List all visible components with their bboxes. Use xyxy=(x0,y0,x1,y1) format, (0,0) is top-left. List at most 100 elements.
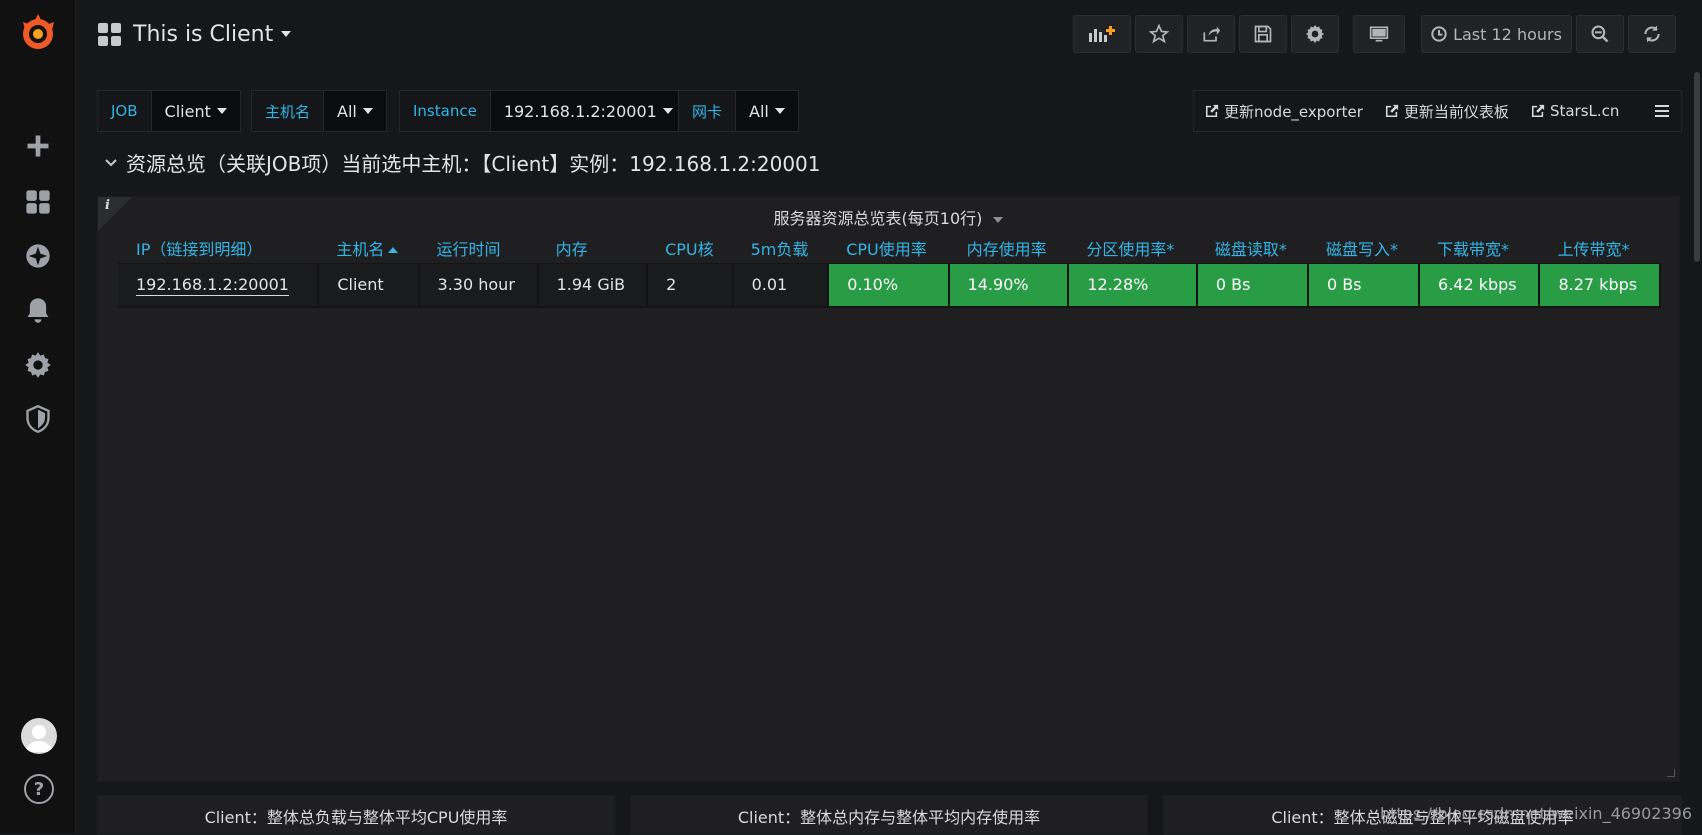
cell-cpu-cores: 2 xyxy=(647,263,733,307)
panel-title-text: 服务器资源总览表(每页10行) xyxy=(774,209,983,228)
column-header-disk-write[interactable]: 磁盘写入* xyxy=(1308,233,1419,263)
link-update-node-exporter[interactable]: 更新node_exporter xyxy=(1194,101,1374,122)
cycle-view-mode-button[interactable] xyxy=(1353,15,1405,53)
column-header-label: 分区使用率* xyxy=(1086,240,1174,259)
monitor-icon xyxy=(1369,24,1389,44)
dashboard-links: 更新node_exporter 更新当前仪表板 StarsL.cn xyxy=(1193,90,1682,132)
variable-instance-label: Instance xyxy=(399,90,490,132)
grafana-logo-icon[interactable] xyxy=(17,12,59,54)
panel-title[interactable]: Client：整体总内存与整体平均内存使用率 xyxy=(738,808,1040,827)
create-plus-icon[interactable] xyxy=(22,130,54,162)
column-header-cpu-cores[interactable]: CPU核 xyxy=(647,233,733,263)
configuration-gear-icon[interactable] xyxy=(22,349,54,381)
column-header-partition-usage[interactable]: 分区使用率* xyxy=(1068,233,1197,263)
link-update-dashboard[interactable]: 更新当前仪表板 xyxy=(1374,101,1520,122)
column-header-memory[interactable]: 内存 xyxy=(538,233,647,263)
row-header[interactable]: 资源总览（关联JOB项）当前选中主机：【Client】实例：192.168.1.… xyxy=(104,148,821,177)
help-icon[interactable]: ? xyxy=(24,774,54,804)
table-header-row: IP（链接到明细） 主机名 运行时间 内存 CPU核 5m负载 CPU使用率 内… xyxy=(118,233,1660,263)
load-cpu-panel: Client：整体总负载与整体平均CPU使用率 xyxy=(97,795,615,835)
watermark: https://blog.csdn.net/weixin_46902396 xyxy=(1380,804,1692,823)
column-header-memory-usage[interactable]: 内存使用率 xyxy=(949,233,1069,263)
chevron-down-icon xyxy=(993,217,1003,223)
refresh-button[interactable] xyxy=(1628,15,1676,53)
zoom-out-icon xyxy=(1590,24,1610,44)
cell-load-5m: 0.01 xyxy=(733,263,829,307)
add-panel-button[interactable] xyxy=(1073,15,1131,53)
variable-nic-value: All xyxy=(749,102,769,121)
memory-panel: Client：整体总内存与整体平均内存使用率 xyxy=(630,795,1148,835)
external-link-icon xyxy=(1531,104,1545,118)
column-header-upload[interactable]: 上传带宽* xyxy=(1539,233,1660,263)
external-link-icon xyxy=(1385,104,1399,118)
variable-nic-label: 网卡 xyxy=(678,90,735,132)
panel-title[interactable]: 服务器资源总览表(每页10行) xyxy=(98,205,1679,229)
page-scrollbar[interactable] xyxy=(1694,72,1700,262)
chevron-down-icon xyxy=(281,31,291,37)
link-label: 更新当前仪表板 xyxy=(1404,101,1509,122)
column-header-load-5m[interactable]: 5m负载 xyxy=(733,233,829,263)
panel-resize-handle[interactable] xyxy=(1667,769,1675,777)
variable-hostname-value: All xyxy=(337,102,357,121)
cell-cpu-usage: 0.10% xyxy=(828,263,948,307)
variable-job-value: Client xyxy=(165,102,211,121)
hamburger-menu-icon[interactable] xyxy=(1643,105,1681,117)
column-header-label: 5m负载 xyxy=(751,240,809,259)
link-label: StarsL.cn xyxy=(1550,102,1619,120)
dashboards-icon[interactable] xyxy=(22,186,54,218)
column-header-label: 磁盘写入* xyxy=(1326,240,1398,259)
explore-compass-icon[interactable] xyxy=(22,240,54,272)
cell-memory-usage: 14.90% xyxy=(949,263,1069,307)
star-dashboard-button[interactable] xyxy=(1135,15,1183,53)
column-header-label: 内存使用率 xyxy=(967,240,1047,259)
share-dashboard-button[interactable] xyxy=(1187,15,1235,53)
cell-upload: 8.27 kbps xyxy=(1539,263,1660,307)
variable-nic: 网卡 All xyxy=(678,90,799,132)
gear-icon xyxy=(1305,24,1325,44)
variable-nic-dropdown[interactable]: All xyxy=(735,90,799,132)
column-header-label: 磁盘读取* xyxy=(1215,240,1287,259)
chevron-down-icon xyxy=(663,108,673,114)
zoom-out-button[interactable] xyxy=(1576,15,1624,53)
column-header-hostname[interactable]: 主机名 xyxy=(318,233,418,263)
cell-disk-write: 0 Bs xyxy=(1308,263,1419,307)
cell-ip[interactable]: 192.168.1.2:20001 xyxy=(118,263,318,307)
column-header-uptime[interactable]: 运行时间 xyxy=(419,233,538,263)
variable-job-dropdown[interactable]: Client xyxy=(151,90,241,132)
time-range-picker[interactable]: Last 12 hours xyxy=(1421,15,1572,53)
column-header-download[interactable]: 下载带宽* xyxy=(1419,233,1539,263)
column-header-ip[interactable]: IP（链接到明细） xyxy=(118,233,318,263)
cell-partition-usage: 12.28% xyxy=(1068,263,1197,307)
dashboard-grid-icon xyxy=(98,23,121,46)
dashboard-title: This is Client xyxy=(133,22,273,47)
variable-instance-value: 192.168.1.2:20001 xyxy=(504,102,657,121)
dashboard-title-picker[interactable]: This is Client xyxy=(98,14,291,54)
sort-ascending-icon xyxy=(388,247,398,253)
ip-link[interactable]: 192.168.1.2:20001 xyxy=(136,275,289,296)
chevron-down-icon xyxy=(217,108,227,114)
column-header-disk-read[interactable]: 磁盘读取* xyxy=(1197,233,1308,263)
column-header-cpu-usage[interactable]: CPU使用率 xyxy=(828,233,948,263)
save-dashboard-button[interactable] xyxy=(1239,15,1287,53)
external-link-icon xyxy=(1205,104,1219,118)
share-icon xyxy=(1201,24,1221,44)
variable-job: JOB Client xyxy=(97,90,241,132)
link-starsl[interactable]: StarsL.cn xyxy=(1520,102,1630,120)
time-range-label: Last 12 hours xyxy=(1453,25,1562,44)
star-icon xyxy=(1149,24,1169,44)
variable-job-label: JOB xyxy=(97,90,151,132)
variable-instance-dropdown[interactable]: 192.168.1.2:20001 xyxy=(490,90,687,132)
chevron-down-icon xyxy=(104,156,118,170)
row-title: 资源总览（关联JOB项）当前选中主机：【Client】实例：192.168.1.… xyxy=(126,148,821,177)
column-header-label: CPU核 xyxy=(665,240,714,259)
variable-hostname-dropdown[interactable]: All xyxy=(323,90,387,132)
server-admin-shield-icon[interactable] xyxy=(22,403,54,435)
column-header-label: 内存 xyxy=(556,240,588,259)
variable-hostname: 主机名 All xyxy=(251,90,387,132)
resource-overview-panel: i 服务器资源总览表(每页10行) IP（链接到明细） 主机名 运行时间 内存 … xyxy=(97,196,1680,782)
alerting-bell-icon[interactable] xyxy=(22,294,54,326)
dashboard-settings-button[interactable] xyxy=(1291,15,1339,53)
panel-title[interactable]: Client：整体总负载与整体平均CPU使用率 xyxy=(205,808,508,827)
user-avatar[interactable] xyxy=(21,718,57,754)
column-header-label: IP（链接到明细） xyxy=(136,240,262,259)
